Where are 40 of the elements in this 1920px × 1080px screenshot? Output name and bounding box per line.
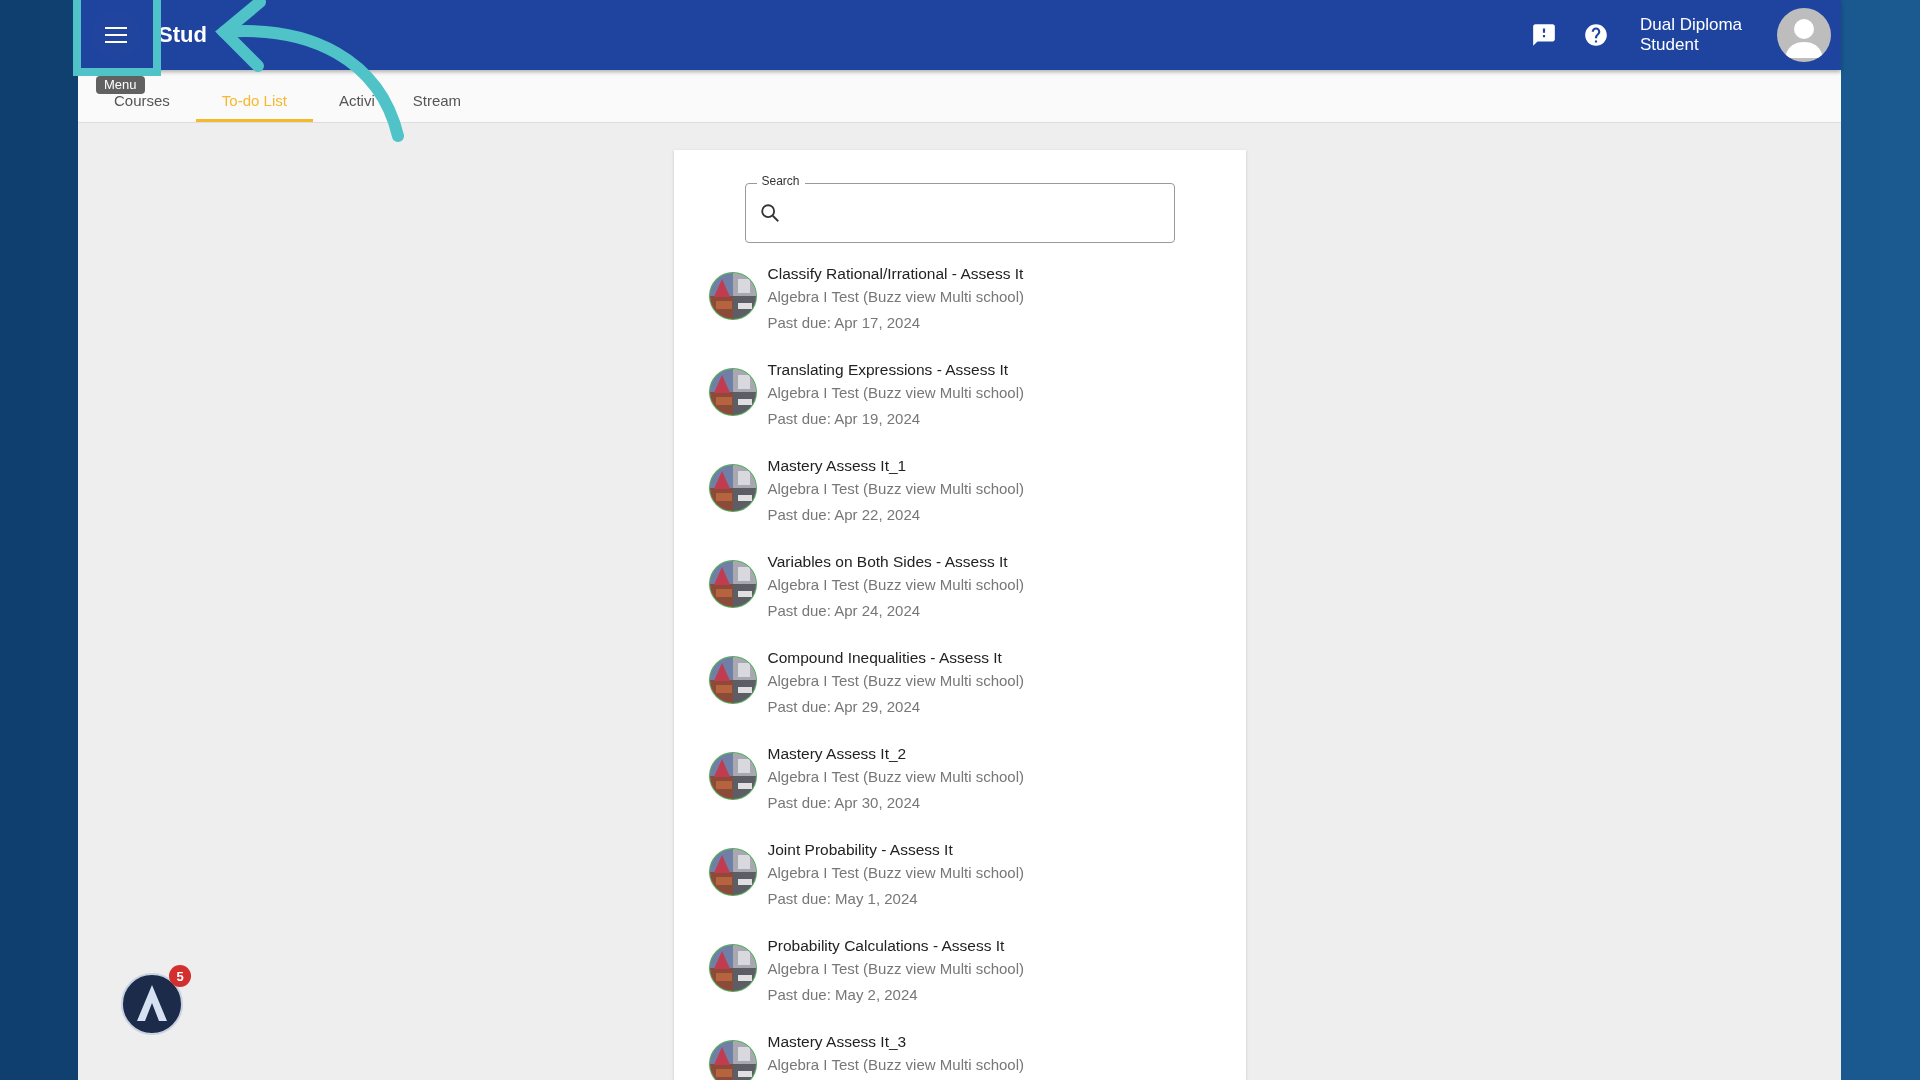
todo-title[interactable]: Compound Inequalities - Assess It <box>767 647 1024 669</box>
search-label: Search <box>756 174 805 188</box>
course-name: Algebra I Test (Buzz view Multi school) <box>767 575 1024 595</box>
due-date: Past due: May 1, 2024 <box>767 889 919 909</box>
todo-title[interactable]: Translating Expressions - Assess It <box>767 359 1024 381</box>
course-name: Algebra I Test (Buzz view Multi school) <box>767 287 1024 307</box>
todo-title[interactable]: Mastery Assess It_1 <box>767 455 1024 477</box>
logo-icon <box>121 973 183 1035</box>
course-name: Algebra I Test (Buzz view Multi school) <box>767 383 1024 403</box>
feedback-icon <box>1531 22 1557 48</box>
due-date: Past due: Apr 29, 2024 <box>767 697 922 717</box>
help-icon <box>1583 22 1609 48</box>
menu-icon <box>105 27 127 43</box>
course-name: Algebra I Test (Buzz view Multi school) <box>767 959 1024 979</box>
todo-title[interactable]: Variables on Both Sides - Assess It <box>767 551 1024 573</box>
due-date: Past due: May 2, 2024 <box>767 985 919 1005</box>
notification-count: 5 <box>169 965 191 987</box>
due-date: Past due: Apr 24, 2024 <box>767 601 922 621</box>
tab[interactable]: Activi Stream <box>312 70 488 122</box>
todo-title[interactable]: Mastery Assess It_3 <box>767 1031 1024 1053</box>
course-name: Algebra I Test (Buzz view Multi school) <box>767 863 1024 883</box>
course-name: Algebra I Test (Buzz view Multi school) <box>767 479 1024 499</box>
todo-title[interactable]: Classify Rational/Irrational - Assess It <box>767 263 1024 285</box>
todo-title[interactable]: Joint Probability - Assess It <box>767 839 1024 861</box>
due-date: Past due: Apr 17, 2024 <box>767 313 922 333</box>
search-field[interactable]: Search <box>744 174 1175 243</box>
course-name: Algebra I Test (Buzz view Multi school) <box>767 1055 1024 1075</box>
tooltip: Menu <box>96 76 145 94</box>
app-title: Stud <box>158 21 207 49</box>
course-name: Algebra I Test (Buzz view Multi school) <box>767 767 1024 787</box>
course-name: Algebra I Test (Buzz view Multi school) <box>767 671 1024 691</box>
todo-title[interactable]: Mastery Assess It_2 <box>767 743 1024 765</box>
avatar-button[interactable] <box>1777 8 1831 62</box>
help-widget-button[interactable]: 5 <box>121 965 191 1035</box>
user-name: Dual Diploma Student <box>1640 15 1744 55</box>
search-icon <box>758 202 781 224</box>
todo-title[interactable]: Probability Calculations - Assess It <box>767 935 1024 957</box>
due-date: Past due: Apr 22, 2024 <box>767 505 922 525</box>
due-date: Past due: Apr 30, 2024 <box>767 793 922 813</box>
due-date: Past due: Apr 19, 2024 <box>767 409 922 429</box>
